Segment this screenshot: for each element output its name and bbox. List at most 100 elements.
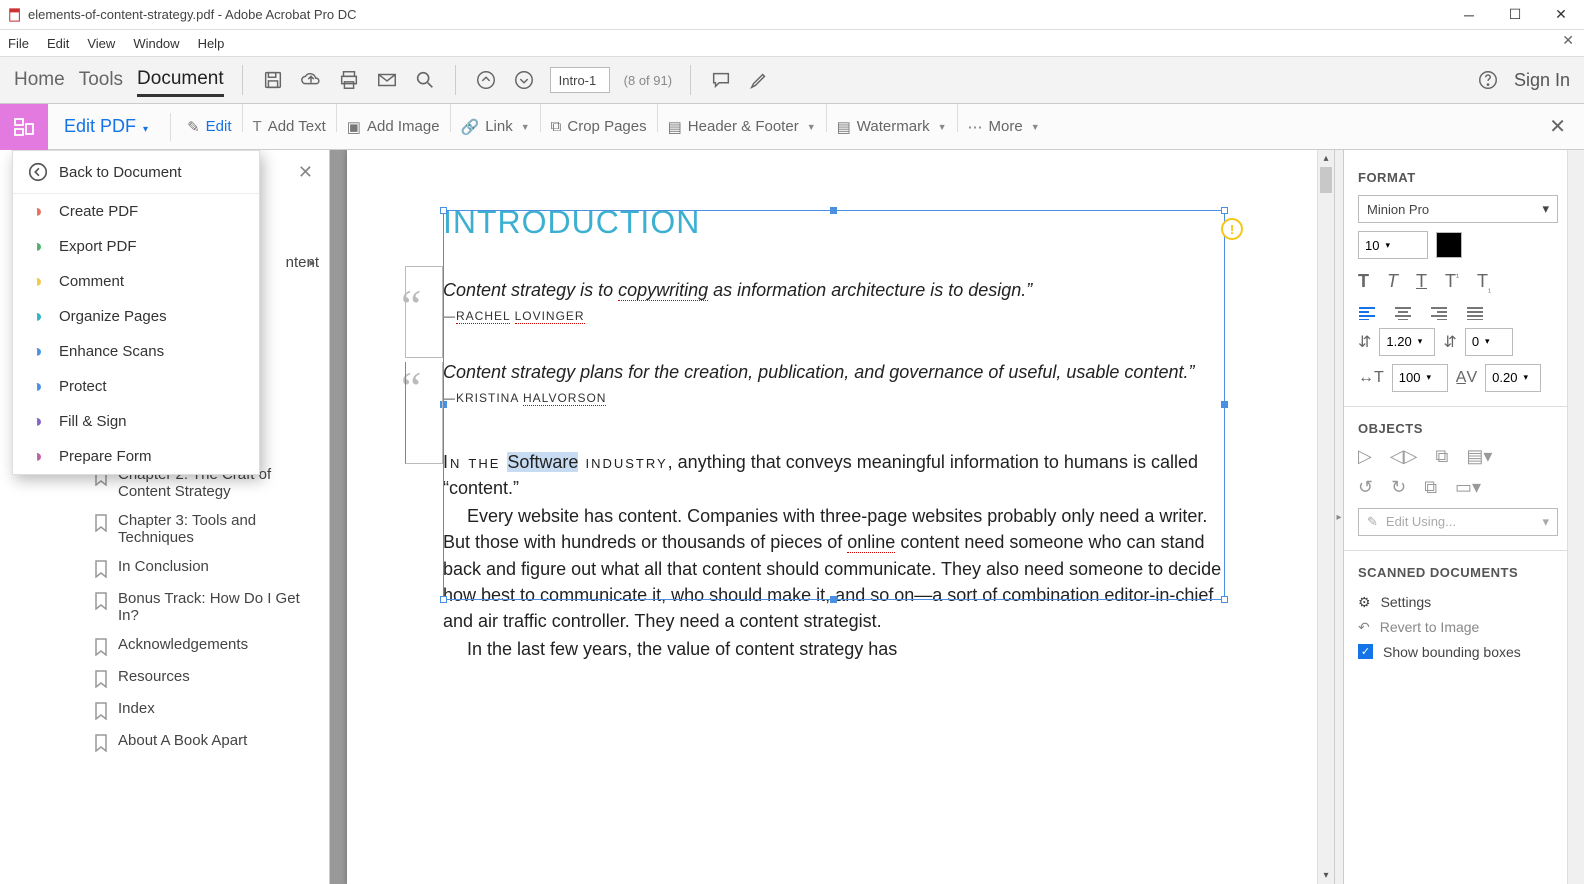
revert-to-image[interactable]: ↶ Revert to Image bbox=[1358, 615, 1558, 640]
link-action[interactable]: 🔗Link▼ bbox=[451, 104, 540, 150]
menu-edit[interactable]: Edit bbox=[47, 36, 69, 51]
document-viewport[interactable]: INTRODUCTION “ Content strategy is to co… bbox=[330, 150, 1334, 884]
rotate-ccw-icon[interactable]: ↺ bbox=[1358, 477, 1373, 498]
more-action[interactable]: ⋯More▼ bbox=[958, 104, 1050, 150]
close-editbar[interactable]: ✕ bbox=[1549, 114, 1584, 139]
save-icon[interactable] bbox=[261, 68, 285, 92]
comment-bubble-icon[interactable] bbox=[709, 68, 733, 92]
rotate-cw-icon[interactable]: ↻ bbox=[1391, 477, 1406, 498]
tool-create-pdf[interactable]: ◑Create PDF bbox=[13, 194, 259, 229]
nav-document[interactable]: Document bbox=[137, 64, 224, 97]
tool-export-pdf[interactable]: ◑Export PDF bbox=[13, 229, 259, 264]
superscript-icon[interactable]: T¹ bbox=[1445, 271, 1459, 294]
outline-item[interactable]: Chapter 3: Tools and Techniques bbox=[94, 506, 319, 552]
watermark-action[interactable]: ▤Watermark▼ bbox=[827, 104, 957, 150]
add-text-action[interactable]: TAdd Text bbox=[243, 104, 336, 150]
underline-icon[interactable]: T bbox=[1416, 271, 1427, 294]
scanned-settings[interactable]: ⚙ Settings bbox=[1358, 590, 1558, 615]
quotemark-frame[interactable] bbox=[405, 362, 443, 464]
outline-item[interactable]: Resources bbox=[94, 662, 319, 694]
tool-comment[interactable]: ◑Comment bbox=[13, 264, 259, 299]
replace-image-icon[interactable]: ⧉ bbox=[1424, 477, 1437, 498]
print-icon[interactable] bbox=[337, 68, 361, 92]
right-pane-collapse[interactable]: ▸ bbox=[1334, 150, 1344, 884]
arrange-icon[interactable]: ▭▾ bbox=[1455, 477, 1481, 498]
quotemark-frame[interactable] bbox=[405, 266, 443, 358]
menu-window[interactable]: Window bbox=[133, 36, 179, 51]
edit-action[interactable]: ✎Edit bbox=[177, 104, 241, 150]
back-to-document[interactable]: Back to Document bbox=[13, 151, 259, 194]
align-left-icon[interactable] bbox=[1358, 306, 1376, 320]
bookmark-icon bbox=[94, 514, 108, 532]
window-titlebar: elements-of-content-strategy.pdf - Adobe… bbox=[0, 0, 1584, 30]
tool-organize-pages[interactable]: ◑Organize Pages bbox=[13, 299, 259, 334]
page-number-input[interactable]: Intro-1 bbox=[550, 67, 610, 93]
outline-item[interactable]: Bonus Track: How Do I Get In? bbox=[94, 584, 319, 630]
text-edit-frame[interactable] bbox=[443, 210, 1225, 600]
header-footer-action[interactable]: ▤Header & Footer▼ bbox=[658, 104, 826, 150]
char-spacing-input[interactable]: 0.20▾ bbox=[1485, 364, 1541, 392]
help-icon[interactable] bbox=[1476, 68, 1500, 92]
horizontal-scale-icon: ↔T bbox=[1358, 369, 1384, 387]
window-close[interactable]: ✕ bbox=[1538, 0, 1584, 30]
tracking-input[interactable]: 0▾ bbox=[1465, 328, 1513, 356]
flip-v-icon[interactable]: ◁▷ bbox=[1390, 446, 1418, 467]
search-icon[interactable] bbox=[413, 68, 437, 92]
document-close-x[interactable]: ✕ bbox=[1562, 32, 1574, 49]
nav-tools[interactable]: Tools bbox=[79, 65, 123, 95]
page-up-icon[interactable] bbox=[474, 68, 498, 92]
page-canvas: INTRODUCTION “ Content strategy is to co… bbox=[347, 150, 1317, 884]
bold-icon[interactable]: T bbox=[1358, 271, 1369, 294]
crop-obj-icon[interactable]: ⧉ bbox=[1436, 446, 1449, 467]
align-obj-icon[interactable]: ▤▾ bbox=[1466, 446, 1492, 467]
outline-item[interactable]: Index bbox=[94, 694, 319, 726]
subscript-icon[interactable]: T₁ bbox=[1477, 271, 1491, 294]
page-down-icon[interactable] bbox=[512, 68, 536, 92]
close-pane[interactable]: ✕ bbox=[298, 162, 313, 183]
vertical-scrollbar[interactable]: ▴ ▾ bbox=[1317, 150, 1334, 884]
italic-icon[interactable]: T bbox=[1387, 271, 1398, 294]
menu-file[interactable]: File bbox=[8, 36, 29, 51]
align-right-icon[interactable] bbox=[1430, 306, 1448, 320]
menu-view[interactable]: View bbox=[87, 36, 115, 51]
bookmark-icon bbox=[94, 638, 108, 656]
tool-enhance-scans[interactable]: ◑Enhance Scans bbox=[13, 334, 259, 369]
bookmark-icon bbox=[94, 670, 108, 688]
edit-pdf-dropdown[interactable]: Edit PDF ▾ bbox=[54, 116, 164, 137]
app-icon bbox=[8, 8, 22, 22]
tool-fill-sign[interactable]: ◑Fill & Sign bbox=[13, 404, 259, 439]
outline-item[interactable]: About A Book Apart bbox=[94, 726, 319, 758]
menu-help[interactable]: Help bbox=[198, 36, 225, 51]
para3[interactable]: In the last few years, the value of cont… bbox=[443, 636, 1227, 662]
flip-h-icon[interactable]: ▷ bbox=[1358, 446, 1372, 467]
edit-using-dropdown[interactable]: ✎ Edit Using...▾ bbox=[1358, 508, 1558, 536]
window-title: elements-of-content-strategy.pdf - Adobe… bbox=[28, 7, 357, 22]
nav-home[interactable]: Home bbox=[14, 65, 65, 95]
scale-input[interactable]: 100▾ bbox=[1392, 364, 1448, 392]
tool-prepare-form[interactable]: ◑Prepare Form bbox=[13, 439, 259, 474]
show-bounding-boxes[interactable]: ✓ Show bounding boxes bbox=[1358, 640, 1558, 664]
outline-item[interactable]: Acknowledgements bbox=[94, 630, 319, 662]
crop-action[interactable]: ⧉Crop Pages bbox=[541, 104, 657, 150]
cloud-upload-icon[interactable] bbox=[299, 68, 323, 92]
bookmarks-pane: ✕ ▸ ntent Chapter 2: The Craft of Conten… bbox=[0, 150, 330, 884]
sign-in-link[interactable]: Sign In bbox=[1514, 70, 1570, 91]
window-minimize[interactable]: ─ bbox=[1446, 0, 1492, 30]
font-dropdown[interactable]: Minion Pro▾ bbox=[1358, 195, 1558, 223]
align-center-icon[interactable] bbox=[1394, 306, 1412, 320]
font-warning-icon[interactable]: ! bbox=[1221, 218, 1243, 240]
edit-pdf-tool-badge[interactable] bbox=[0, 104, 48, 150]
line-spacing-icon: ⇵ bbox=[1358, 332, 1371, 352]
add-image-action[interactable]: ▣Add Image bbox=[337, 104, 450, 150]
font-color-picker[interactable] bbox=[1436, 232, 1462, 258]
line-height-input[interactable]: 1.20▾ bbox=[1379, 328, 1435, 356]
menubar: File Edit View Window Help ✕ bbox=[0, 30, 1584, 56]
window-maximize[interactable]: ☐ bbox=[1492, 0, 1538, 30]
tool-protect[interactable]: ◑Protect bbox=[13, 369, 259, 404]
outline-item[interactable]: In Conclusion bbox=[94, 552, 319, 584]
mail-icon[interactable] bbox=[375, 68, 399, 92]
align-justify-icon[interactable] bbox=[1466, 306, 1484, 320]
right-scrollbar[interactable] bbox=[1567, 150, 1584, 884]
font-size-input[interactable]: 10▾ bbox=[1358, 231, 1428, 259]
highlight-icon[interactable] bbox=[747, 68, 771, 92]
